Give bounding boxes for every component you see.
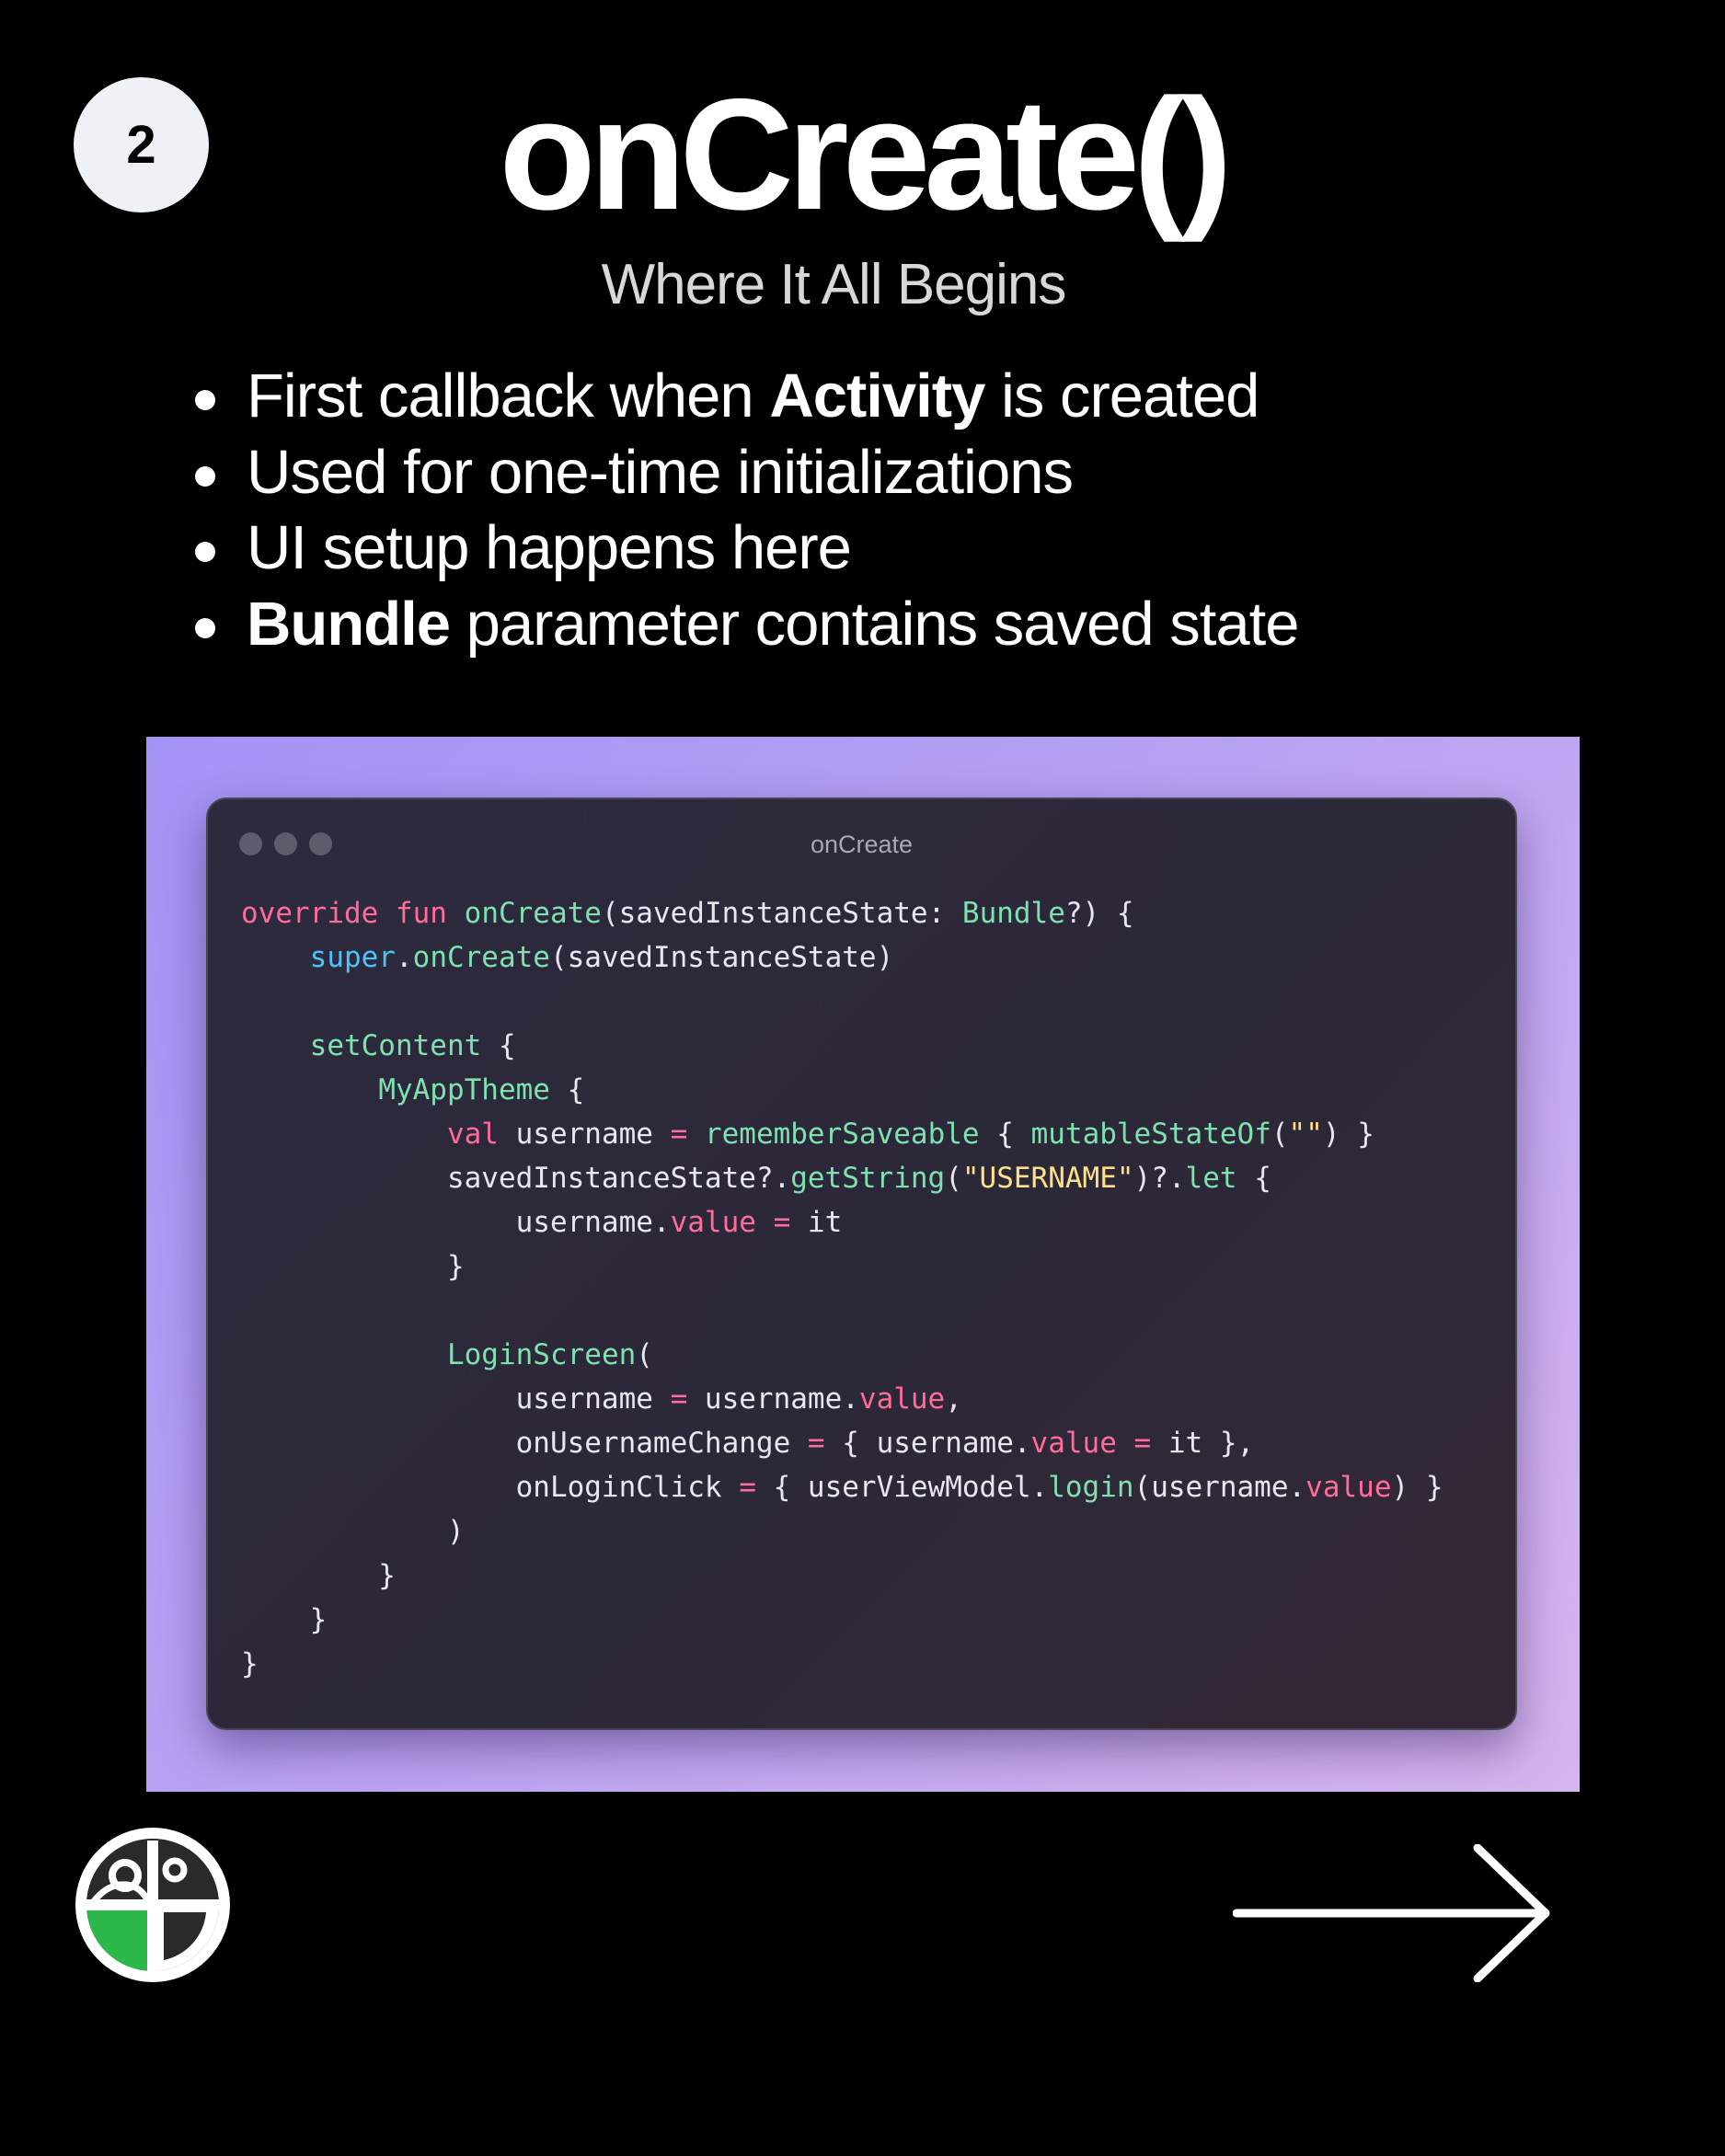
code-line: } [241,1647,259,1680]
code-line: } [241,1250,465,1283]
code-window-title: onCreate [810,831,914,858]
code-line: } [241,1603,328,1636]
bullet-list: First callback when Activity is created … [193,359,1299,663]
code-line: } [241,1559,396,1592]
code-line: username.value = it [241,1206,843,1239]
code-line: username = username.value, [241,1382,962,1416]
code-line: ) [241,1515,465,1548]
code-window: onCreate override fun onCreate(savedInst… [206,797,1517,1730]
code-line: onUsernameChange = { username.value = it… [241,1427,1255,1460]
bullet-item: Used for one-time initializations [193,435,1298,511]
bullet-item: UI setup happens here [193,510,1298,587]
code-block: override fun onCreate(savedInstanceState… [241,891,1443,1686]
code-line: onLoginClick = { userViewModel.login(use… [241,1471,1443,1504]
code-panel-background: onCreate override fun onCreate(savedInst… [146,737,1580,1792]
code-line: super.onCreate(savedInstanceState) [309,941,894,974]
page-subtitle: Where It All Begins [601,253,1067,316]
code-line: MyAppTheme { [378,1073,585,1107]
code-line: savedInstanceState?.getString("USERNAME"… [241,1162,1271,1195]
code-line: setContent { [309,1029,516,1062]
code-line: LoginScreen( [446,1338,653,1371]
brand-logo-icon [75,1828,230,1982]
code-line: override fun onCreate(savedInstanceState… [241,897,1134,930]
page-title: onCreate() [499,66,1232,243]
bullet-item: Bundle parameter contains saved state [193,587,1299,663]
bullet-item: First callback when Activity is created [193,359,1298,435]
code-line: val username = rememberSaveable { mutabl… [446,1118,1374,1151]
arrow-right-icon[interactable] [1233,1844,1555,1982]
